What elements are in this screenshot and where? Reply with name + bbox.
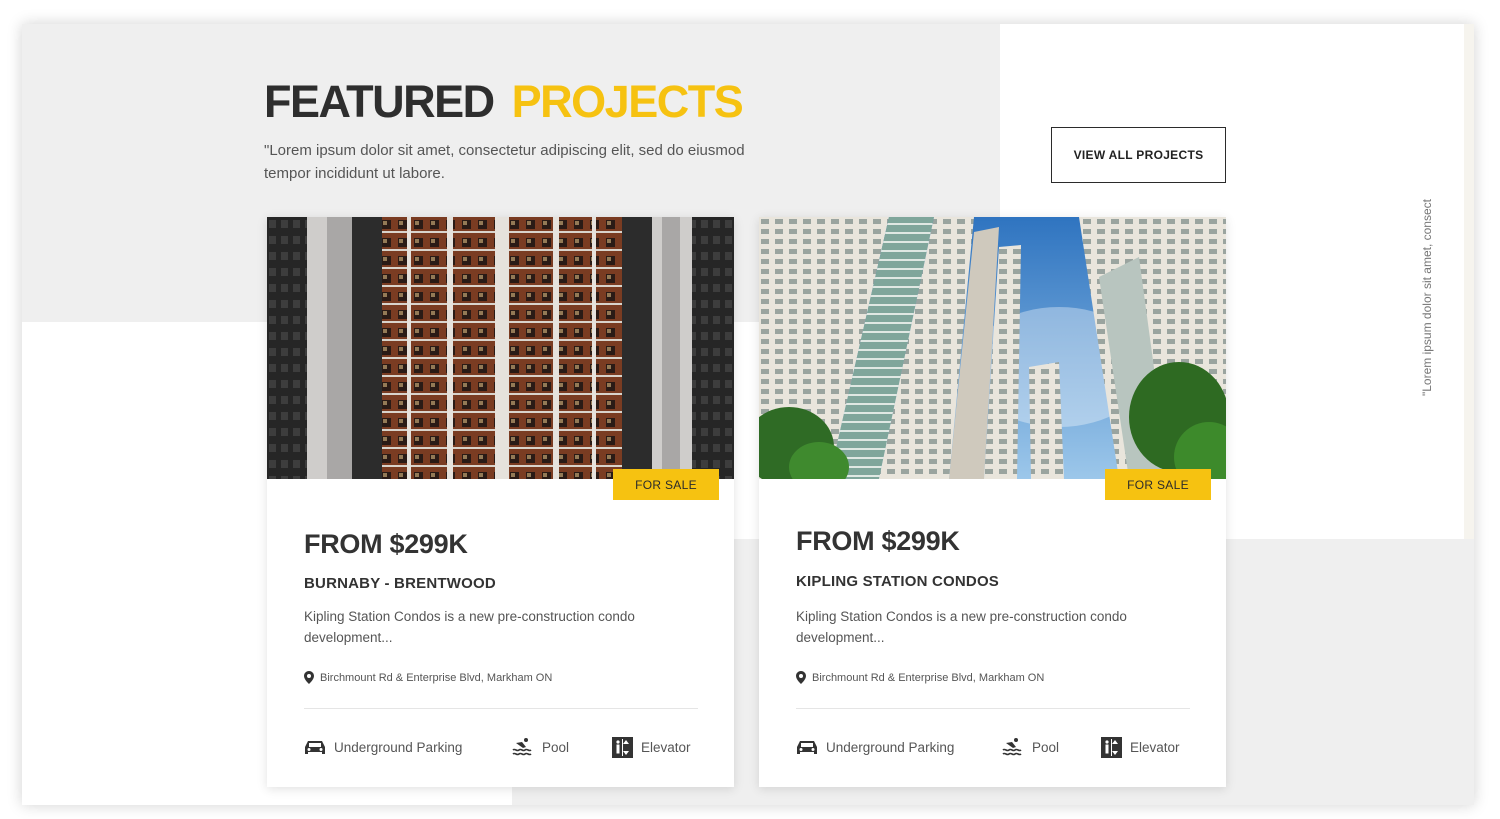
edge-strip (1464, 24, 1474, 539)
divider (796, 708, 1190, 709)
project-card[interactable]: FOR SALE FROM $299K KIPLING STATION COND… (759, 217, 1226, 787)
address-text: Birchmount Rd & Enterprise Blvd, Markham… (812, 671, 1045, 684)
amenity-elevator: Elevator (1101, 735, 1180, 759)
view-all-projects-button[interactable]: VIEW ALL PROJECTS (1051, 127, 1226, 183)
featured-projects-section: FEATURED PROJECTS "Lorem ipsum dolor sit … (22, 24, 1474, 805)
project-description: Kipling Station Condos is a new pre-cons… (304, 609, 635, 645)
amenity-elevator: Elevator (612, 735, 691, 759)
pool-icon (512, 738, 532, 756)
elevator-icon (612, 736, 633, 758)
amenity-label: Underground Parking (334, 739, 463, 755)
pool-icon (1002, 738, 1022, 756)
amenity-parking: Underground Parking (304, 735, 462, 759)
section-subtitle: "Lorem ipsum dolor sit amet, consectetur… (264, 142, 745, 182)
car-icon (305, 741, 325, 754)
project-address: Birchmount Rd & Enterprise Blvd, Markham… (304, 671, 552, 684)
project-price: FROM $299K (304, 529, 468, 559)
project-description: Kipling Station Condos is a new pre-cons… (796, 609, 1127, 645)
amenity-label: Pool (1032, 739, 1060, 755)
amenity-parking: Underground Parking (796, 735, 954, 759)
project-address: Birchmount Rd & Enterprise Blvd, Markham… (796, 671, 1044, 684)
project-photo-brick-tower[interactable] (267, 217, 734, 479)
amenity-pool: Pool (1002, 735, 1059, 759)
project-price: FROM $299K (796, 526, 960, 556)
project-card[interactable]: FOR SALE FROM $299K BURNABY - BRENTWOOD … (267, 217, 734, 787)
project-photo-condo-towers[interactable] (759, 217, 1226, 479)
project-name[interactable]: KIPLING STATION CONDOS (796, 573, 999, 590)
for-sale-badge: FOR SALE (613, 469, 719, 500)
location-pin-icon (796, 671, 806, 684)
amenity-pool: Pool (512, 735, 569, 759)
project-name[interactable]: BURNABY - BRENTWOOD (304, 575, 496, 592)
amenity-label: Pool (542, 739, 570, 755)
section-title: FEATURED PROJECTS (264, 76, 744, 128)
car-icon (797, 741, 817, 754)
title-part-featured: FEATURED (264, 76, 495, 127)
title-part-projects: PROJECTS (511, 76, 744, 127)
for-sale-badge: FOR SALE (1105, 469, 1211, 500)
divider (304, 708, 698, 709)
amenity-label: Underground Parking (826, 739, 955, 755)
amenity-label: Elevator (641, 739, 691, 755)
vertical-side-text: "Lorem ipsum dolor sit amet, consect (1420, 199, 1434, 397)
amenity-label: Elevator (1130, 739, 1180, 755)
elevator-icon (1101, 736, 1122, 758)
location-pin-icon (304, 671, 314, 684)
address-text: Birchmount Rd & Enterprise Blvd, Markham… (320, 671, 553, 684)
